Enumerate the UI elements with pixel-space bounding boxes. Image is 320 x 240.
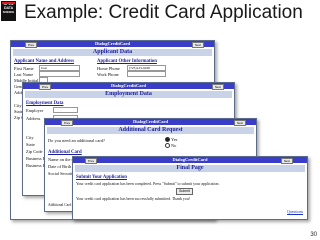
questions-link[interactable]: Questions (287, 209, 303, 214)
prev-button[interactable]: Prev (61, 120, 74, 126)
employer-state-label: State (26, 142, 35, 147)
next-button[interactable]: Next (233, 120, 246, 126)
work-phone-field[interactable] (127, 71, 166, 77)
prev-button[interactable]: Prev (25, 42, 38, 48)
no-radio[interactable]: No (165, 143, 176, 149)
window-title: DialogCreditCard (133, 119, 168, 124)
completion-message: Your credit card application has been co… (76, 182, 220, 186)
next-button[interactable]: Next (280, 158, 293, 164)
page-number: 30 (310, 232, 317, 238)
work-phone-label: Work Phone (97, 72, 119, 77)
yes-radio[interactable]: Yes (165, 137, 177, 143)
page-heading: Employment Data (25, 91, 232, 98)
employer-label: Employer (26, 108, 44, 113)
open-data-science-logo: OPEN DATA SCIENCE (1, 1, 16, 21)
page-heading: Applicant Data (13, 49, 212, 56)
next-button[interactable]: Next (211, 84, 224, 90)
section-other-info: Applicant Other Information (97, 59, 157, 64)
window-title: DialogCreditCard (172, 157, 208, 162)
home-phone-label: Home Phone (97, 66, 120, 71)
section-submit: Submit Your Application (76, 175, 127, 180)
page-heading: Additional Card Request (47, 127, 254, 134)
employer-address-label: Address (26, 116, 41, 121)
radio-selected-icon (165, 137, 170, 143)
radio-empty-icon (165, 143, 170, 149)
additional-card-question: Do you need an additional card? (48, 138, 105, 143)
prev-button[interactable]: Prev (85, 158, 98, 164)
slide-title: Example: Credit Card Application (24, 2, 303, 23)
final-page-window: DialogCreditCard Prev Next Final Page Su… (72, 156, 308, 220)
window-title: DialogCreditCard (95, 41, 130, 46)
next-button[interactable]: Next (191, 42, 204, 48)
employer-field[interactable] (53, 107, 78, 113)
window-title: DialogCreditCard (111, 83, 146, 88)
last-name-label: Last Name (14, 72, 34, 77)
prev-button[interactable]: Prev (39, 84, 52, 90)
submit-button[interactable]: Submit (176, 188, 193, 195)
success-message: Your credit card application has been su… (76, 197, 191, 201)
first-name-label: First Name (14, 66, 34, 71)
employer-zip-label: Zip Code (26, 149, 43, 154)
section-name-address: Applicant Name and Address (14, 59, 75, 64)
city-label: City (14, 103, 22, 108)
employer-city-label: City (26, 135, 34, 140)
section-employment: Employment Data (26, 101, 64, 106)
section-additional-card: Additional Card (48, 150, 82, 155)
page-heading: Final Page (75, 165, 305, 172)
